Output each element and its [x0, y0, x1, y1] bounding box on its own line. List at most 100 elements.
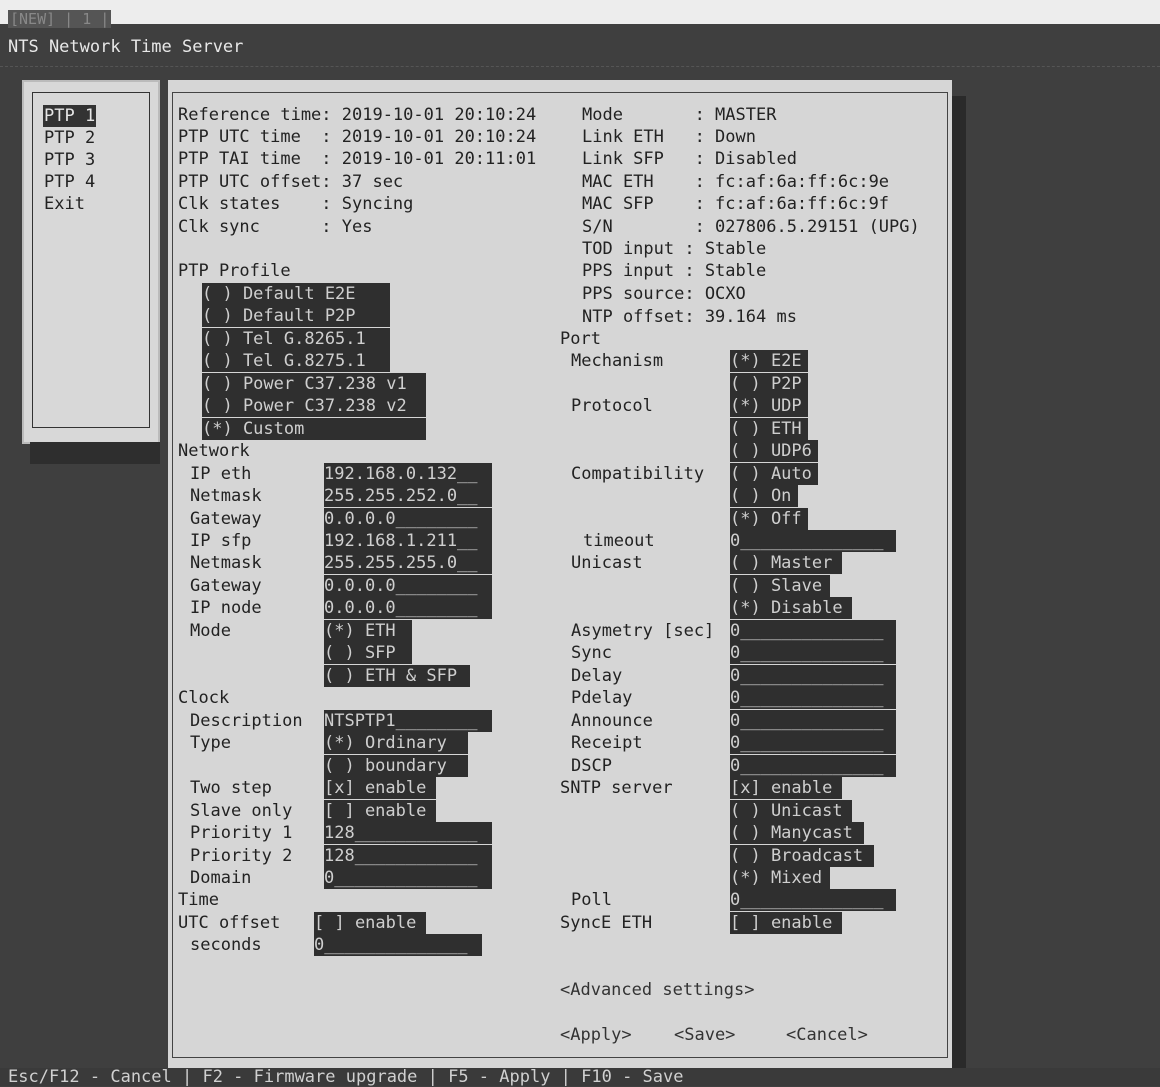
profile-tel-8265[interactable]: ( ) Tel G.8265.1 [202, 328, 390, 350]
mechanism-p2p-radio[interactable]: ( ) P2P [730, 373, 808, 395]
menu-item-ptp2[interactable]: PTP 2 [43, 127, 96, 149]
ip-sfp-input[interactable]: 192.168.1.211__ [324, 530, 492, 552]
sntp-manycast-radio[interactable]: ( ) Manycast [730, 822, 864, 844]
profile-power-v2[interactable]: ( ) Power C37.238 v2 [202, 395, 426, 417]
gateway-eth-label: Gateway [190, 509, 262, 529]
priority1-label: Priority 1 [190, 823, 293, 843]
unicast-master-radio[interactable]: ( ) Master [730, 552, 842, 574]
menu-item-ptp1[interactable]: PTP 1 [43, 105, 97, 127]
unicast-slave-radio[interactable]: ( ) Slave [730, 575, 830, 597]
delay-input[interactable]: 0______________ [730, 665, 896, 687]
asymetry-label: Asymetry [sec] [571, 621, 715, 641]
network-label: Network [178, 441, 250, 461]
utc-offset-checkbox[interactable]: [ ] enable [314, 912, 426, 934]
type-ordinary-radio[interactable]: (*) Ordinary [324, 732, 468, 754]
sntp-unicast-radio[interactable]: ( ) Unicast [730, 800, 852, 822]
sntp-mixed-radio[interactable]: (*) Mixed [730, 867, 830, 889]
app-title: NTS Network Time Server [8, 37, 244, 57]
netmask-eth-input[interactable]: 255.255.252.0__ [324, 485, 492, 507]
advanced-settings-button[interactable]: <Advanced settings> [560, 979, 754, 1001]
pdelay-label: Pdelay [571, 688, 633, 708]
type-boundary-radio[interactable]: ( ) boundary [324, 755, 468, 777]
type-label: Type [190, 733, 231, 753]
ip-eth-label: IP eth [190, 464, 252, 484]
profile-tel-8275[interactable]: ( ) Tel G.8275.1 [202, 350, 390, 372]
ip-node-label: IP node [190, 598, 262, 618]
netmask-eth-label: Netmask [190, 486, 262, 506]
menu-item-ptp3[interactable]: PTP 3 [43, 149, 96, 171]
profile-power-v1[interactable]: ( ) Power C37.238 v1 [202, 373, 426, 395]
sntp-server-label: SNTP server [560, 778, 673, 798]
announce-label: Announce [571, 711, 653, 731]
menu-shadow [30, 442, 160, 464]
sync-label: Sync [571, 643, 612, 663]
domain-input[interactable]: 0______________ [324, 867, 492, 889]
sntp-enable-checkbox[interactable]: [x] enable [730, 777, 842, 799]
announce-input[interactable]: 0______________ [730, 710, 896, 732]
synce-eth-label: SyncE ETH [560, 913, 653, 933]
netmask-sfp-input[interactable]: 255.255.255.0__ [324, 552, 492, 574]
reference-time: Reference time: 2019-10-01 20:10:24 [178, 105, 537, 125]
mechanism-e2e-radio[interactable]: (*) E2E [730, 350, 808, 372]
ptp-profile-label: PTP Profile [178, 261, 291, 281]
dialog-shadow [952, 96, 966, 1076]
poll-label: Poll [571, 890, 612, 910]
clk-states: Clk states : Syncing [178, 194, 414, 214]
menu-item-ptp4[interactable]: PTP 4 [43, 171, 96, 193]
cancel-button[interactable]: <Cancel> [786, 1024, 868, 1046]
mode-sfp-radio[interactable]: ( ) SFP [324, 642, 412, 664]
protocol-udp6-radio[interactable]: ( ) UDP6 [730, 440, 818, 462]
compat-off-radio[interactable]: (*) Off [730, 508, 808, 530]
ip-eth-input[interactable]: 192.168.0.132__ [324, 463, 492, 485]
network-mode-label: Mode [190, 621, 231, 641]
timeout-input[interactable]: 0______________ [730, 530, 896, 552]
receipt-input[interactable]: 0______________ [730, 732, 896, 754]
apply-button[interactable]: <Apply> [560, 1024, 632, 1046]
mechanism-label: Mechanism [571, 351, 664, 371]
synce-eth-checkbox[interactable]: [ ] enable [730, 912, 842, 934]
menu-item-exit[interactable]: Exit [43, 193, 86, 215]
priority2-label: Priority 2 [190, 846, 293, 866]
gateway-sfp-label: Gateway [190, 576, 262, 596]
unicast-label: Unicast [571, 553, 643, 573]
two-step-label: Two step [190, 778, 272, 798]
gateway-eth-input[interactable]: 0.0.0.0________ [324, 508, 492, 530]
mode-eth-radio[interactable]: (*) ETH [324, 620, 412, 642]
compat-auto-radio[interactable]: ( ) Auto [730, 463, 818, 485]
sync-input[interactable]: 0______________ [730, 642, 896, 664]
seconds-input[interactable]: 0______________ [314, 934, 482, 956]
ptp-utc-offset: PTP UTC offset: 37 sec [178, 172, 404, 192]
protocol-eth-radio[interactable]: ( ) ETH [730, 418, 808, 440]
title-separator [0, 62, 1160, 67]
unicast-disable-radio[interactable]: (*) Disable [730, 597, 852, 619]
description-input[interactable]: NTSPTP1________ [324, 710, 492, 732]
mac-sfp: MAC SFP : fc:af:6a:ff:6c:9f [582, 194, 890, 214]
clock-label: Clock [178, 688, 230, 708]
dscp-input[interactable]: 0______________ [730, 755, 896, 777]
gateway-sfp-input[interactable]: 0.0.0.0________ [324, 575, 492, 597]
domain-label: Domain [190, 868, 252, 888]
sntp-broadcast-radio[interactable]: ( ) Broadcast [730, 845, 874, 867]
tmux-tabs[interactable]: [NEW] | 1 | [8, 10, 112, 28]
ntp-offset: NTP offset: 39.164 ms [582, 307, 797, 327]
two-step-checkbox[interactable]: [x] enable [324, 777, 436, 799]
mode-eth-sfp-radio[interactable]: ( ) ETH & SFP [324, 665, 470, 687]
priority1-input[interactable]: 128____________ [324, 822, 492, 844]
save-button[interactable]: <Save> [674, 1024, 735, 1046]
profile-default-e2e[interactable]: ( ) Default E2E [202, 283, 390, 305]
slave-only-checkbox[interactable]: [ ] enable [324, 800, 436, 822]
profile-default-p2p[interactable]: ( ) Default P2P [202, 305, 390, 327]
description-label: Description [190, 711, 303, 731]
port-label: Port [560, 329, 601, 349]
time-label: Time [178, 890, 219, 910]
asymetry-input[interactable]: 0______________ [730, 620, 896, 642]
priority2-input[interactable]: 128____________ [324, 845, 492, 867]
pps-source: PPS source: OCXO [582, 284, 746, 304]
protocol-udp-radio[interactable]: (*) UDP [730, 395, 808, 417]
compat-on-radio[interactable]: ( ) On [730, 485, 798, 507]
clk-sync: Clk sync : Yes [178, 217, 373, 237]
pdelay-input[interactable]: 0______________ [730, 687, 896, 709]
profile-custom[interactable]: (*) Custom [202, 418, 426, 440]
ip-node-input[interactable]: 0.0.0.0________ [324, 597, 492, 619]
poll-input[interactable]: 0______________ [730, 889, 896, 911]
